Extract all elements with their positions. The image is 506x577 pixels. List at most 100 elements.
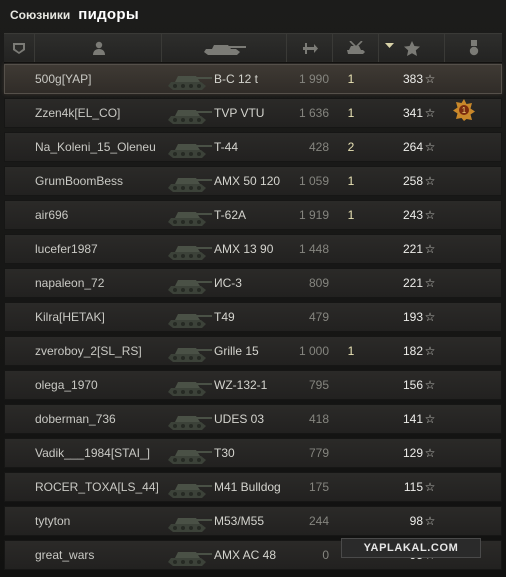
- player-row[interactable]: doberman_736 UDES 03 418 141 ☆: [4, 404, 502, 434]
- damage-value: 175: [308, 480, 329, 494]
- kills-value: [341, 303, 361, 331]
- player-name[interactable]: Na_Koleni_15_Oleneu: [35, 133, 185, 161]
- player-row[interactable]: lucefer1987 AMX 13 90 1 448 221 ☆: [4, 234, 502, 264]
- experience-star-icon: ☆: [424, 242, 436, 256]
- player-name[interactable]: olega_1970: [35, 371, 185, 399]
- player-name[interactable]: Vadik___1984[STAI_]: [35, 439, 185, 467]
- experience-value: 115: [403, 480, 423, 494]
- player-name[interactable]: zveroboy_2[SL_RS]: [35, 337, 185, 365]
- kills-value: 1: [347, 208, 355, 222]
- player-row[interactable]: napaleon_72 ИС-3 809 221 ☆: [4, 268, 502, 298]
- experience-star-icon: ☆: [424, 446, 436, 460]
- player-name[interactable]: Kilra[HETAK]: [35, 303, 185, 331]
- damage-value: 809: [308, 276, 329, 290]
- damage-value: 1 448: [298, 242, 329, 256]
- team-results-panel: Союзники пидоры 500g[YAP] B-C 12 t 1 990…: [0, 0, 506, 577]
- achievement-medal-icon[interactable]: 1: [453, 99, 479, 127]
- player-icon: [92, 41, 105, 55]
- damage-value: 1 000: [298, 344, 329, 358]
- player-row[interactable]: ROCER_TOXA[LS_44] M41 Bulldog 175 115 ☆: [4, 472, 502, 502]
- player-name[interactable]: great_wars: [35, 541, 185, 569]
- tank-icon: [165, 133, 221, 161]
- column-vehicle[interactable]: [161, 34, 287, 62]
- team-title: Союзники пидоры: [10, 6, 139, 28]
- player-row[interactable]: 500g[YAP] B-C 12 t1 990 1 383 ☆: [4, 64, 502, 94]
- player-name[interactable]: lucefer1987: [35, 235, 185, 263]
- tank-icon: [165, 405, 221, 433]
- tank-icon: [165, 201, 221, 229]
- column-header-bar: [4, 33, 502, 63]
- experience-star-icon: [404, 40, 420, 56]
- kills-value: [341, 439, 361, 467]
- damage-value: 1 990: [298, 72, 329, 86]
- damage-value: 0: [322, 548, 329, 562]
- column-damage[interactable]: [286, 34, 333, 62]
- damage-icon: [302, 41, 318, 55]
- experience-value: 341: [402, 106, 423, 120]
- player-name[interactable]: 500g[YAP]: [35, 65, 185, 93]
- experience-value: 141: [402, 412, 423, 426]
- player-row[interactable]: GrumBoomBess AMX 50 120 1 059 1 258 ☆: [4, 166, 502, 196]
- player-list: 500g[YAP] B-C 12 t1 990 1 383 ☆ Zzen4k[EL_CO]…: [4, 64, 502, 574]
- kills-value: [341, 405, 361, 433]
- player-row[interactable]: air696 T-62A 1 919 1 243 ☆: [4, 200, 502, 230]
- tank-icon: [165, 337, 221, 365]
- player-row[interactable]: zveroboy_2[SL_RS] Grille 15 1 000 1 182 ☆: [4, 336, 502, 366]
- kills-value: 2: [347, 140, 355, 154]
- experience-star-icon: ☆: [424, 480, 436, 494]
- column-squad[interactable]: [4, 34, 34, 62]
- experience-value: 156: [402, 378, 423, 392]
- player-name[interactable]: Zzen4k[EL_CO]: [35, 99, 185, 127]
- kills-value: [341, 507, 361, 535]
- player-row[interactable]: Kilra[HETAK] T49 479 193 ☆: [4, 302, 502, 332]
- player-row[interactable]: Na_Koleni_15_Oleneu T-44 428 2 264 ☆: [4, 132, 502, 162]
- experience-star-icon: ☆: [424, 412, 436, 426]
- squad-icon: [12, 41, 26, 55]
- kills-value: 1: [347, 106, 355, 120]
- experience-value: 221: [402, 276, 423, 290]
- tank-icon: [165, 541, 221, 569]
- experience-value: 264: [402, 140, 423, 154]
- tank-icon: [165, 371, 221, 399]
- experience-value: 383: [402, 72, 423, 86]
- player-row[interactable]: olega_1970 WZ-132-1 795 156 ☆: [4, 370, 502, 400]
- tank-icon: [165, 473, 221, 501]
- watermark: YAPLAKAL.COM: [341, 538, 481, 558]
- kills-value: [341, 269, 361, 297]
- damage-value: 1 059: [298, 174, 329, 188]
- damage-value: 1 919: [298, 208, 329, 222]
- damage-value: 479: [308, 310, 329, 324]
- column-player[interactable]: [34, 34, 162, 62]
- player-name[interactable]: tytyton: [35, 507, 185, 535]
- kills-icon: [345, 41, 367, 55]
- kills-value: [341, 473, 361, 501]
- player-name[interactable]: doberman_736: [35, 405, 185, 433]
- player-name[interactable]: ROCER_TOXA[LS_44]: [35, 473, 185, 501]
- column-medals[interactable]: [444, 34, 503, 62]
- damage-value: 428: [308, 140, 329, 154]
- damage-value: 1 636: [298, 106, 329, 120]
- player-name[interactable]: napaleon_72: [35, 269, 185, 297]
- player-row[interactable]: tytyton M53/M55 244 98 ☆: [4, 506, 502, 536]
- tank-icon: [165, 235, 221, 263]
- player-row[interactable]: Vadik___1984[STAI_] T30 779 129 ☆: [4, 438, 502, 468]
- tank-icon: [165, 303, 221, 331]
- player-name[interactable]: air696: [35, 201, 185, 229]
- tank-icon: [165, 269, 221, 297]
- kills-value: [341, 235, 361, 263]
- player-name[interactable]: GrumBoomBess: [35, 167, 185, 195]
- tank-icon: [165, 99, 221, 127]
- tank-icon: [165, 507, 221, 535]
- experience-star-icon: ☆: [424, 378, 436, 392]
- medal-icon: [468, 40, 480, 56]
- experience-value: 129: [402, 446, 423, 460]
- column-kills[interactable]: [332, 34, 379, 62]
- tank-icon: [202, 41, 248, 55]
- player-row[interactable]: Zzen4k[EL_CO] TVP VTU 1 636 1 341 ☆ 1: [4, 98, 502, 128]
- experience-value: 221: [402, 242, 423, 256]
- experience-star-icon: ☆: [424, 106, 436, 120]
- experience-star-icon: ☆: [424, 310, 436, 324]
- kills-value: [341, 371, 361, 399]
- kills-value: 1: [347, 174, 355, 188]
- experience-star-icon: ☆: [424, 208, 436, 222]
